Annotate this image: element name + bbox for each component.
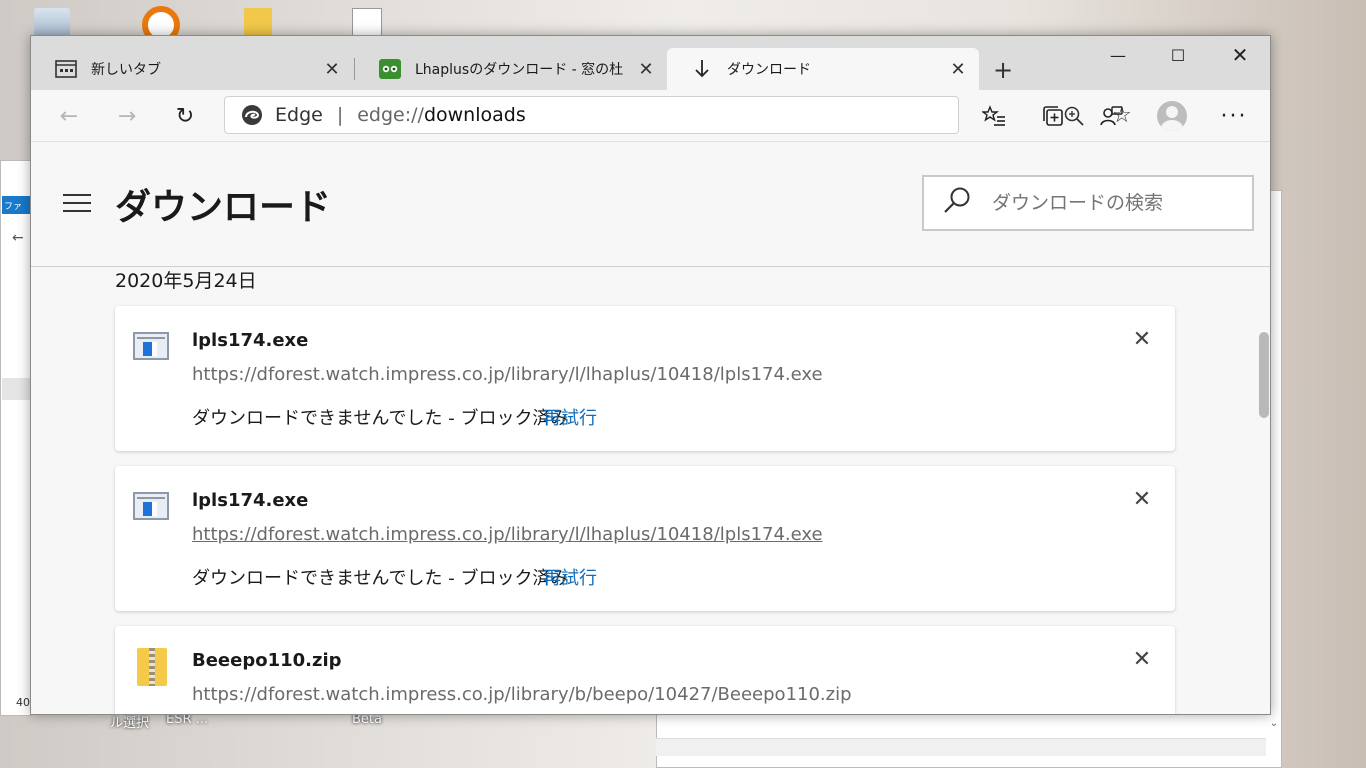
minimize-button[interactable]: — — [1088, 36, 1148, 74]
date-group-heading: 2020年5月24日 — [115, 270, 257, 292]
tab-lhaplus[interactable]: Lhaplusのダウンロード - 窓の杜 ✕ — [355, 48, 667, 90]
download-source-url[interactable]: https://dforest.watch.impress.co.jp/libr… — [192, 684, 852, 705]
url-host: downloads — [423, 104, 526, 126]
edge-browser-window: 新しいタブ ✕ Lhaplusのダウンロード - 窓の杜 ✕ ダウンロード ✕ … — [30, 35, 1271, 715]
profile-avatar[interactable] — [1154, 98, 1190, 134]
page-title: ダウンロード — [115, 187, 332, 228]
close-tab-icon[interactable]: ✕ — [945, 56, 971, 82]
tab-new-tab[interactable]: 新しいタブ ✕ — [31, 48, 353, 90]
tab-strip: 新しいタブ ✕ Lhaplusのダウンロード - 窓の杜 ✕ ダウンロード ✕ … — [31, 36, 1270, 90]
tab-title: Lhaplusのダウンロード - 窓の杜 — [415, 62, 624, 78]
address-bar[interactable]: Edge | edge:// downloads ☆ — [224, 96, 1132, 134]
tab-title: ダウンロード — [727, 62, 811, 78]
background-horizontal-scrollbar — [656, 738, 1266, 756]
remove-download-icon[interactable]: ✕ — [1129, 646, 1155, 672]
refresh-button[interactable]: ↻ — [167, 98, 203, 134]
downloads-page: ダウンロード 2020年5月24日 lpls174.exe https://df… — [31, 142, 1270, 714]
close-window-button[interactable]: ✕ — [1210, 36, 1270, 74]
download-arrow-icon — [691, 59, 713, 79]
retry-link[interactable]: 再試行 — [543, 564, 597, 590]
download-source-url[interactable]: https://dforest.watch.impress.co.jp/libr… — [192, 364, 823, 385]
edge-brand-label: Edge — [275, 104, 323, 126]
forward-button[interactable]: → — [109, 98, 145, 134]
retry-link[interactable]: 再試行 — [543, 404, 597, 430]
collections-button[interactable] — [1035, 98, 1071, 134]
download-item[interactable]: Beeepo110.zip https://dforest.watch.impr… — [115, 626, 1175, 714]
tab-title: 新しいタブ — [91, 62, 161, 78]
search-icon — [942, 185, 976, 221]
download-status: ダウンロードできませんでした - ブロック済み — [192, 408, 569, 429]
background-selection — [2, 378, 32, 400]
page-scrollbar-thumb[interactable] — [1259, 332, 1269, 418]
page-header: ダウンロード — [31, 142, 1270, 267]
download-item[interactable]: lpls174.exe https://dforest.watch.impres… — [115, 306, 1175, 451]
back-button[interactable]: ← — [51, 98, 87, 134]
downloads-search-box[interactable] — [922, 175, 1254, 231]
remove-download-icon[interactable]: ✕ — [1129, 326, 1155, 352]
scroll-down-icon: ⌄ — [1269, 718, 1279, 729]
download-filename[interactable]: lpls174.exe — [192, 330, 308, 351]
madonomori-icon — [379, 59, 401, 79]
maximize-button[interactable]: ☐ — [1148, 36, 1208, 74]
downloads-search-input[interactable] — [992, 192, 1232, 214]
close-tab-icon[interactable]: ✕ — [633, 56, 659, 82]
back-arrow-icon: ← — [12, 230, 24, 246]
browser-toolbar: ← → ↻ Edge | edge:// downloads ☆ ··· — [31, 90, 1270, 142]
new-tab-page-icon — [55, 59, 77, 79]
remove-download-icon[interactable]: ✕ — [1129, 486, 1155, 512]
background-file-tab: ファ — [2, 196, 32, 214]
download-status: ダウンロードできませんでした - ブロック済み — [192, 568, 569, 589]
download-source-url[interactable]: https://dforest.watch.impress.co.jp/libr… — [192, 524, 823, 545]
url-scheme: edge:// — [357, 104, 424, 126]
background-number: 40 — [16, 696, 30, 709]
favorites-button[interactable] — [976, 98, 1012, 134]
exe-file-icon — [133, 492, 169, 520]
feedback-button[interactable] — [1093, 98, 1129, 134]
hamburger-menu-icon[interactable] — [63, 194, 91, 214]
tab-downloads[interactable]: ダウンロード ✕ — [667, 48, 979, 90]
download-filename[interactable]: lpls174.exe — [192, 490, 308, 511]
exe-file-icon — [133, 332, 169, 360]
download-item[interactable]: lpls174.exe https://dforest.watch.impres… — [115, 466, 1175, 611]
address-divider: | — [336, 104, 344, 126]
zip-file-icon — [137, 648, 167, 686]
new-tab-button[interactable]: + — [987, 54, 1019, 86]
edge-logo-icon — [241, 104, 263, 126]
close-tab-icon[interactable]: ✕ — [319, 56, 345, 82]
download-filename[interactable]: Beeepo110.zip — [192, 650, 342, 671]
avatar-icon — [1157, 101, 1187, 131]
settings-more-button[interactable]: ··· — [1216, 98, 1252, 134]
